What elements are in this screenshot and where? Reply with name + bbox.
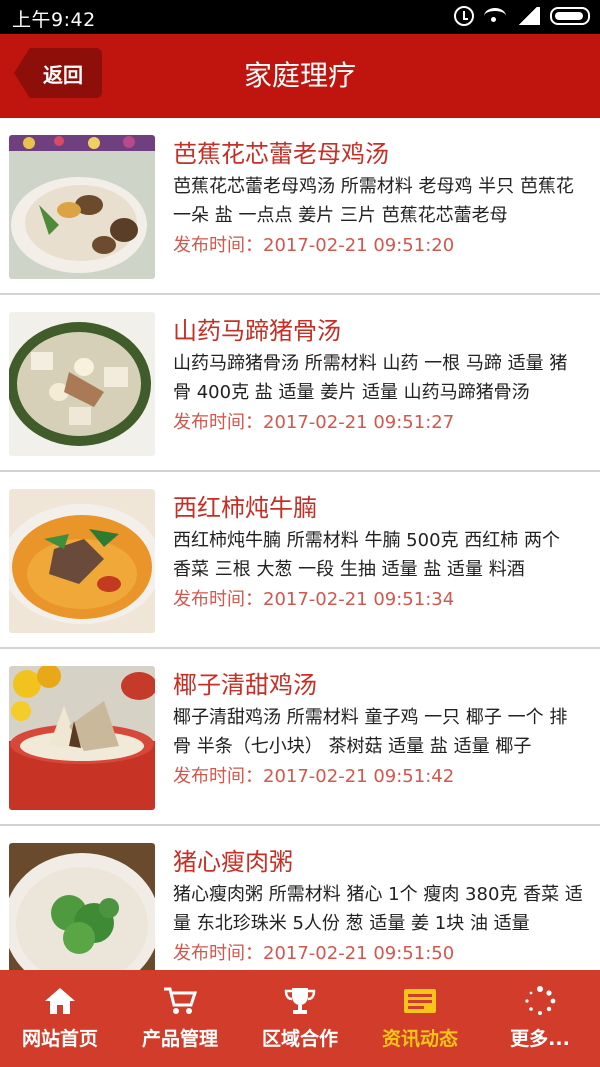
publish-time-value: 2017-02-21 09:51:42 <box>263 766 455 787</box>
more-icon <box>523 986 557 1016</box>
tab-label: 区域合作 <box>261 1028 338 1050</box>
tomato-beef-photo <box>9 489 155 633</box>
publish-time-label: 发布时间： <box>173 943 263 964</box>
publish-time: 发布时间：2017-02-21 09:51:20 <box>173 231 454 257</box>
publish-time-value: 2017-02-21 09:51:27 <box>263 412 455 433</box>
tab-label: 资讯动态 <box>381 1028 458 1050</box>
article-item[interactable]: 猪心瘦肉粥 猪心瘦肉粥 所需材料 猪心 1个 瘦肉 380克 香菜 适量 东北珍… <box>0 826 600 970</box>
article-title[interactable]: 椰子清甜鸡汤 <box>173 665 317 700</box>
pork-congee-photo <box>9 843 155 970</box>
status-bar: 上午9:42 <box>0 0 600 34</box>
publish-time-label: 发布时间： <box>173 589 263 610</box>
publish-time-value: 2017-02-21 09:51:20 <box>263 235 455 256</box>
tab-cooperation[interactable]: 区域合作 <box>240 970 360 1067</box>
bottom-tab-bar: 网站首页 产品管理 区域合作 资讯动态 更多... <box>0 970 600 1067</box>
chicken-soup-photo <box>9 135 155 279</box>
article-description: 猪心瘦肉粥 所需材料 猪心 1个 瘦肉 380克 香菜 适量 东北珍珠米 5人份… <box>173 884 583 934</box>
publish-time-label: 发布时间： <box>173 235 263 256</box>
tab-more[interactable]: 更多... <box>480 970 600 1067</box>
article-title[interactable]: 芭蕉花芯蕾老母鸡汤 <box>173 134 389 169</box>
publish-time: 发布时间：2017-02-21 09:51:27 <box>173 408 454 434</box>
trophy-icon <box>283 986 317 1016</box>
status-time: 上午9:42 <box>12 9 96 31</box>
back-button[interactable]: 返回 <box>14 48 102 98</box>
alarm-icon <box>454 6 474 26</box>
article-list[interactable]: 芭蕉花芯蕾老母鸡汤 芭蕉花芯蕾老母鸡汤 所需材料 老母鸡 半只 芭蕉花 一朵 盐… <box>0 118 600 970</box>
article-title[interactable]: 山药马蹄猪骨汤 <box>173 311 341 346</box>
article-item[interactable]: 西红柿炖牛腩 西红柿炖牛腩 所需材料 牛腩 500克 西红柿 两个 香菜 三根 … <box>0 472 600 649</box>
article-title[interactable]: 猪心瘦肉粥 <box>173 842 293 877</box>
publish-time-label: 发布时间： <box>173 412 263 433</box>
publish-time: 发布时间：2017-02-21 09:51:42 <box>173 762 454 788</box>
publish-time-label: 发布时间： <box>173 766 263 787</box>
news-icon <box>403 986 437 1016</box>
signal-icon <box>516 7 540 25</box>
tab-label: 网站首页 <box>21 1028 98 1050</box>
publish-time: 发布时间：2017-02-21 09:51:50 <box>173 939 454 965</box>
tab-news[interactable]: 资讯动态 <box>360 970 480 1067</box>
app-header: 家庭理疗 返回 <box>0 34 600 118</box>
tab-products[interactable]: 产品管理 <box>120 970 240 1067</box>
status-icons <box>454 6 590 26</box>
article-item[interactable]: 芭蕉花芯蕾老母鸡汤 芭蕉花芯蕾老母鸡汤 所需材料 老母鸡 半只 芭蕉花 一朵 盐… <box>0 118 600 295</box>
tab-home[interactable]: 网站首页 <box>0 970 120 1067</box>
article-description: 西红柿炖牛腩 所需材料 牛腩 500克 西红柿 两个 香菜 三根 大葱 一段 生… <box>173 530 560 580</box>
article-title[interactable]: 西红柿炖牛腩 <box>173 488 317 523</box>
wifi-icon <box>484 8 506 24</box>
tab-label: 产品管理 <box>141 1028 218 1050</box>
publish-time-value: 2017-02-21 09:51:50 <box>263 943 455 964</box>
tab-label: 更多... <box>510 1028 570 1050</box>
battery-icon <box>550 7 590 25</box>
coconut-chicken-soup-photo <box>9 666 155 810</box>
publish-time: 发布时间：2017-02-21 09:51:34 <box>173 585 454 611</box>
article-description: 芭蕉花芯蕾老母鸡汤 所需材料 老母鸡 半只 芭蕉花 一朵 盐 一点点 姜片 三片… <box>173 176 574 226</box>
home-icon <box>43 986 77 1016</box>
article-item[interactable]: 山药马蹄猪骨汤 山药马蹄猪骨汤 所需材料 山药 一根 马蹄 适量 猪骨 400克… <box>0 295 600 472</box>
publish-time-value: 2017-02-21 09:51:34 <box>263 589 455 610</box>
article-description: 山药马蹄猪骨汤 所需材料 山药 一根 马蹄 适量 猪骨 400克 盐 适量 姜片… <box>173 353 568 403</box>
article-description: 椰子清甜鸡汤 所需材料 童子鸡 一只 椰子 一个 排骨 半条（七小块） 茶树菇 … <box>173 707 568 757</box>
pork-bone-soup-photo <box>9 312 155 456</box>
article-item[interactable]: 椰子清甜鸡汤 椰子清甜鸡汤 所需材料 童子鸡 一只 椰子 一个 排骨 半条（七小… <box>0 649 600 826</box>
cart-icon <box>163 986 198 1016</box>
